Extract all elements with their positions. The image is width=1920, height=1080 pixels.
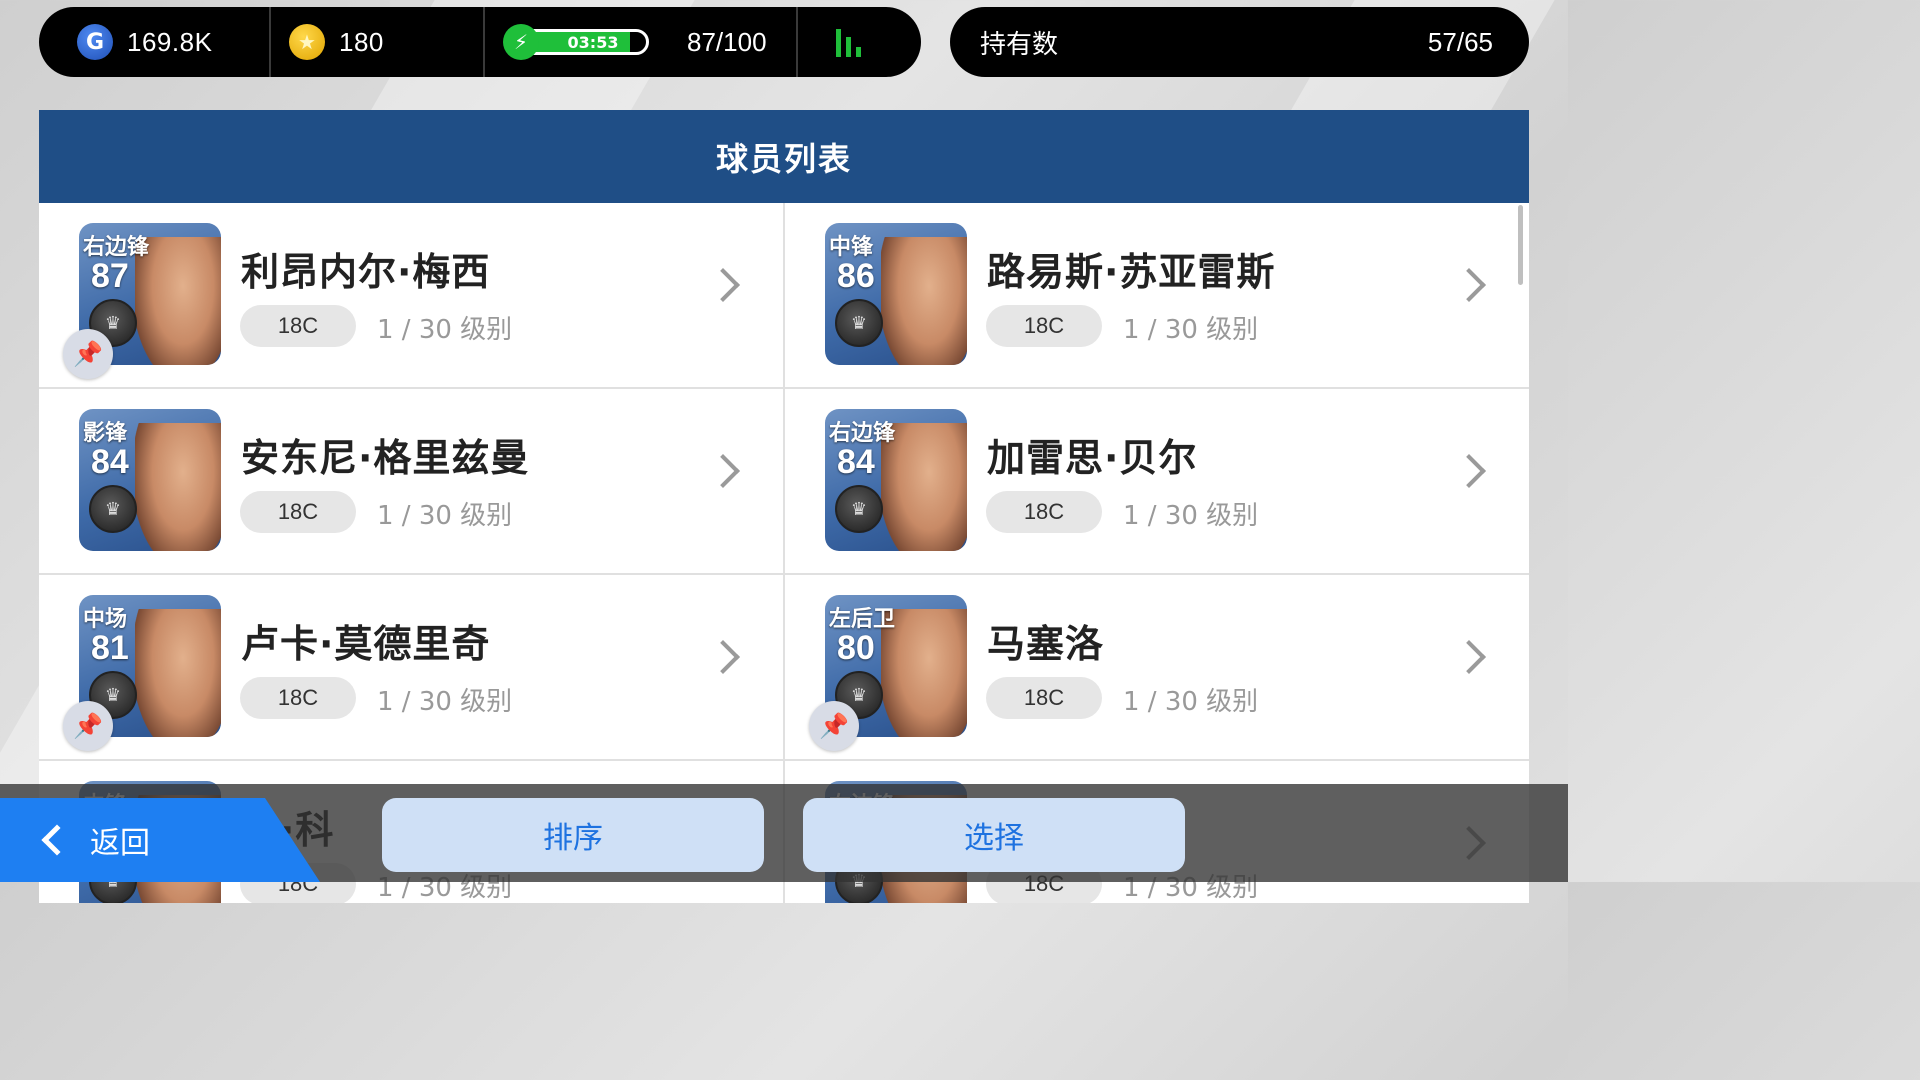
player-name: 加雷思·贝尔 <box>987 436 1198 480</box>
stats-button[interactable] <box>798 7 921 77</box>
energy-bar: ⚡ 03:53 <box>503 24 649 60</box>
player-portrait <box>881 237 967 365</box>
player-tag: 18C <box>240 305 356 347</box>
holdings-value: 57/65 <box>1427 26 1493 57</box>
player-rating: 81 <box>91 629 129 667</box>
chevron-right-icon <box>1452 640 1486 674</box>
chevron-right-icon <box>706 640 740 674</box>
bar-chart-icon <box>836 27 861 57</box>
back-button[interactable]: 返回 <box>0 798 320 882</box>
chevron-left-icon <box>41 824 73 856</box>
player-portrait <box>135 609 221 737</box>
player-name: 利昂内尔·梅西 <box>241 250 491 294</box>
player-name: 路易斯·苏亚雷斯 <box>987 250 1276 294</box>
page-title: 球员列表 <box>715 139 852 178</box>
player-rating: 87 <box>91 257 129 295</box>
coin-counter[interactable]: ★ 180 <box>271 7 485 77</box>
coin-value: 180 <box>339 26 384 57</box>
player-level: 1 / 30 级别 <box>1123 687 1259 717</box>
club-badge-icon: ♛ <box>835 485 883 533</box>
player-level: 1 / 30 级别 <box>1123 315 1259 345</box>
back-label: 返回 <box>90 826 150 861</box>
player-card[interactable]: 左后卫 80 ♛ 📌 马塞洛 18C 1 / 30 级别 <box>785 575 1529 759</box>
player-thumbnail: 影锋 84 ♛ <box>79 409 221 551</box>
energy-value: 87/100 <box>687 26 767 57</box>
coin-icon: ★ <box>289 24 325 60</box>
club-badge-icon: ♛ <box>89 485 137 533</box>
holdings-bar: 持有数 57/65 <box>950 7 1529 77</box>
gp-icon: G <box>77 24 113 60</box>
player-tag: 18C <box>240 491 356 533</box>
sort-button[interactable]: 排序 <box>382 798 764 872</box>
pin-icon[interactable]: 📌 <box>63 329 113 379</box>
player-rating: 86 <box>837 257 875 295</box>
club-badge-icon: ♛ <box>835 299 883 347</box>
gp-counter[interactable]: G 169.8K <box>39 7 271 77</box>
player-card[interactable]: 右边锋 87 ♛ 📌 利昂内尔·梅西 18C 1 / 30 级别 <box>39 203 783 387</box>
player-tag: 18C <box>986 305 1102 347</box>
chevron-right-icon <box>706 454 740 488</box>
player-card[interactable]: 右边锋 84 ♛ 加雷思·贝尔 18C 1 / 30 级别 <box>785 389 1529 573</box>
scrollbar[interactable] <box>1518 205 1523 285</box>
player-name: 卢卡·莫德里奇 <box>241 622 491 666</box>
player-thumbnail: 右边锋 84 ♛ <box>825 409 967 551</box>
chevron-right-icon <box>1452 454 1486 488</box>
player-tag: 18C <box>986 491 1102 533</box>
player-level: 1 / 30 级别 <box>1123 501 1259 531</box>
player-name: 安东尼·格里兹曼 <box>241 436 530 480</box>
player-rating: 84 <box>837 443 875 481</box>
player-level: 1 / 30 级别 <box>377 315 513 345</box>
chevron-right-icon <box>1452 268 1486 302</box>
energy-timer: 03:53 <box>567 32 619 52</box>
player-rating: 80 <box>837 629 875 667</box>
player-card[interactable]: 中场 81 ♛ 📌 卢卡·莫德里奇 18C 1 / 30 级别 <box>39 575 783 759</box>
energy-counter[interactable]: ⚡ 03:53 87/100 <box>485 7 798 77</box>
player-name: 马塞洛 <box>987 622 1105 666</box>
player-tag: 18C <box>240 677 356 719</box>
player-level: 1 / 30 级别 <box>377 687 513 717</box>
player-level: 1 / 30 级别 <box>377 501 513 531</box>
player-thumbnail: 中锋 86 ♛ <box>825 223 967 365</box>
player-tag: 18C <box>986 677 1102 719</box>
holdings-label: 持有数 <box>980 29 1059 60</box>
gp-value: 169.8K <box>127 26 213 57</box>
resource-bar: G 169.8K ★ 180 ⚡ 03:53 87/100 <box>39 7 921 77</box>
pin-icon[interactable]: 📌 <box>63 701 113 751</box>
pin-icon[interactable]: 📌 <box>809 701 859 751</box>
player-card[interactable]: 中锋 86 ♛ 路易斯·苏亚雷斯 18C 1 / 30 级别 <box>785 203 1529 387</box>
chevron-right-icon <box>706 268 740 302</box>
select-button[interactable]: 选择 <box>803 798 1185 872</box>
player-card[interactable]: 影锋 84 ♛ 安东尼·格里兹曼 18C 1 / 30 级别 <box>39 389 783 573</box>
panel-header: 球员列表 <box>39 110 1529 203</box>
player-portrait <box>135 423 221 551</box>
player-rating: 84 <box>91 443 129 481</box>
